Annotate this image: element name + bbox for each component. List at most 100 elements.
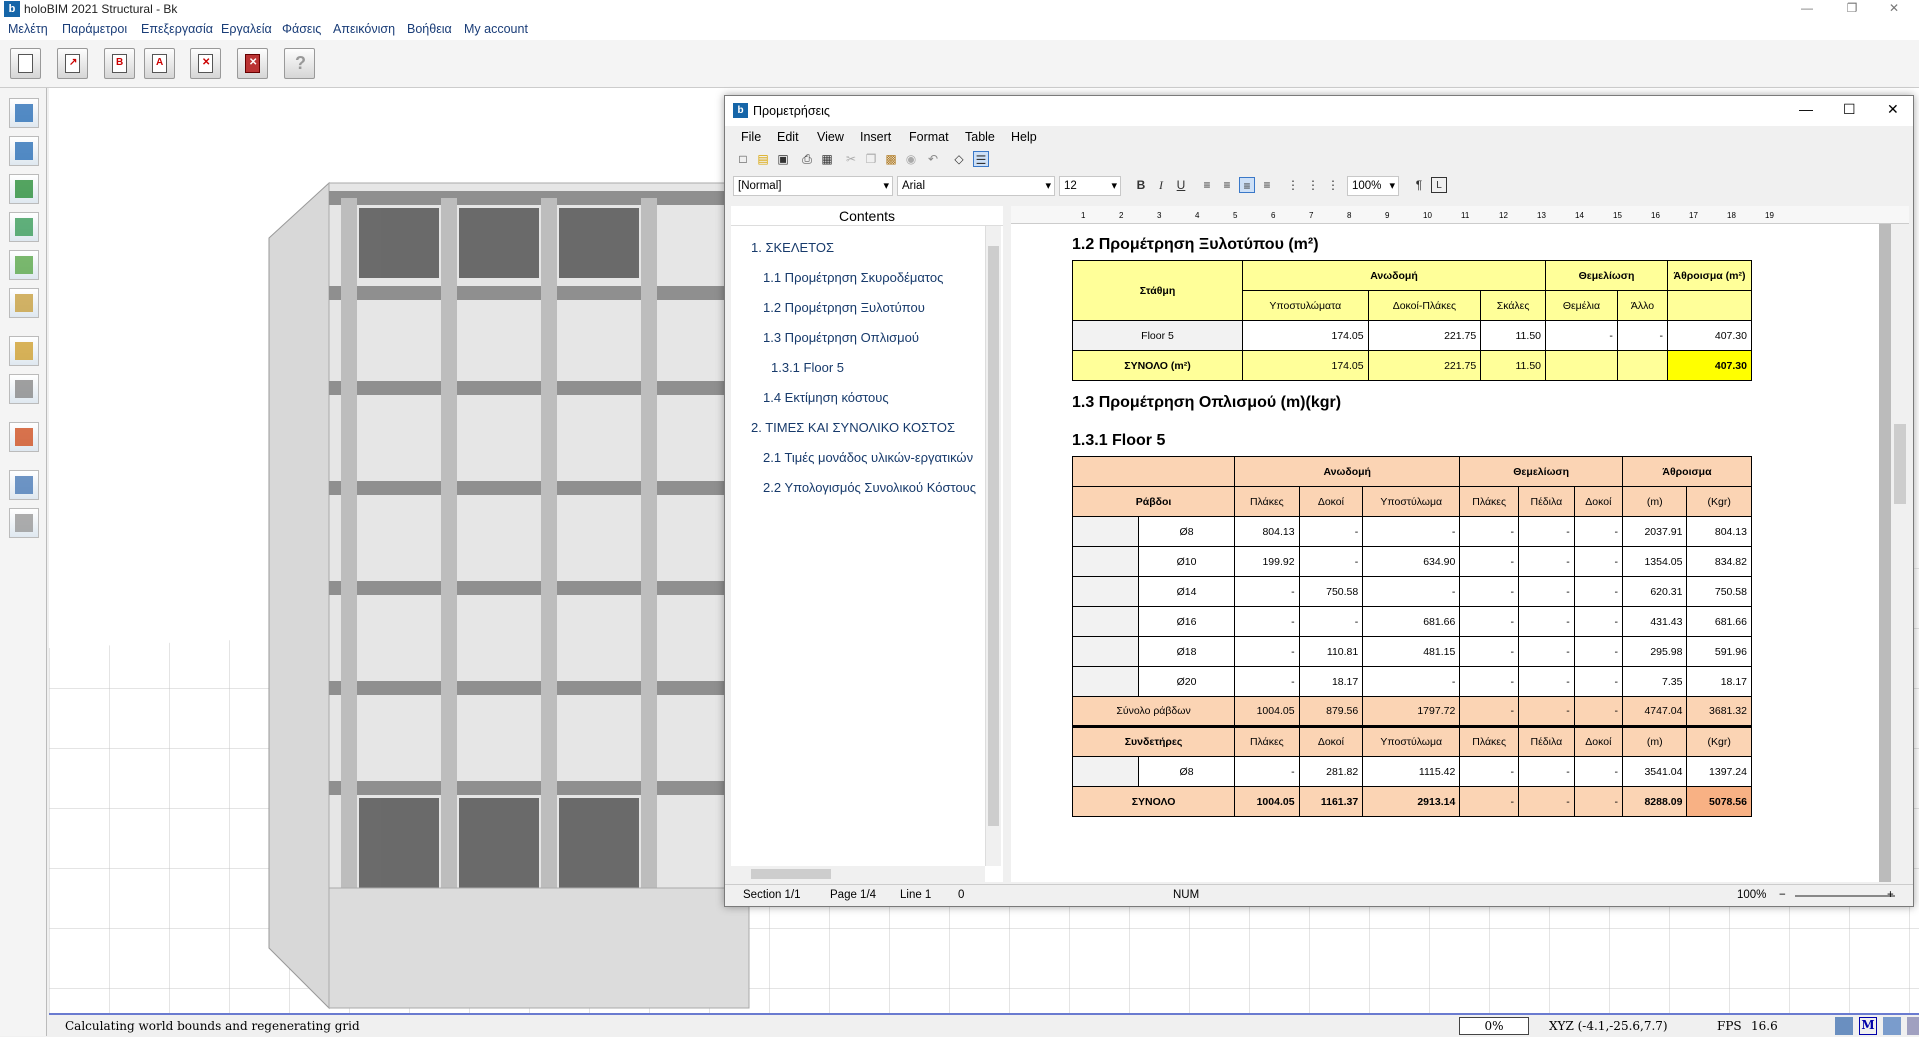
status-zoom: 100% xyxy=(1737,889,1767,901)
bullet-list-icon[interactable]: ⋮ xyxy=(1285,177,1301,193)
help-icon[interactable]: ? xyxy=(284,48,315,79)
toc-item[interactable]: 2.2 Υπολογισμός Συνολικού Κόστους xyxy=(763,480,976,495)
find-icon[interactable]: ◇ xyxy=(951,151,967,167)
dialog-maximize-icon[interactable]: ☐ xyxy=(1843,101,1856,118)
toc-item[interactable]: 1.1 Προμέτρηση Σκυροδέματος xyxy=(763,270,943,285)
contents-header: Contents xyxy=(731,206,1003,226)
menu-apeikonisi[interactable]: Απεικόνιση xyxy=(333,22,395,36)
print-icon[interactable]: ⎙ xyxy=(799,151,815,167)
menu-epexergasia[interactable]: Επεξεργασία xyxy=(141,22,213,36)
contents-hscrollbar[interactable] xyxy=(731,866,985,882)
document-vscrollbar[interactable] xyxy=(1891,224,1909,882)
pilcrow-icon[interactable]: ¶ xyxy=(1411,177,1427,193)
italic-icon[interactable]: I xyxy=(1153,177,1169,193)
status-icon-3[interactable] xyxy=(1907,1017,1919,1035)
sum-icon[interactable] xyxy=(9,136,39,166)
grid-icon[interactable] xyxy=(9,470,39,500)
printer-icon[interactable] xyxy=(9,508,39,538)
justify-icon[interactable]: ≡ xyxy=(1259,177,1275,193)
layers-icon[interactable] xyxy=(9,212,39,242)
undo-icon[interactable]: ↶ xyxy=(925,151,941,167)
toc-item[interactable]: 1.3 Προμέτρηση Οπλισμού xyxy=(763,330,919,345)
contents-vscrollbar[interactable] xyxy=(985,226,1001,866)
table-row: Ø8 -281.82 1115.42- - -3541.04 1397.24 xyxy=(1072,756,1752,787)
menu-help[interactable]: Help xyxy=(1011,130,1037,144)
open-icon[interactable]: ▤ xyxy=(755,151,771,167)
dialog-minimize-icon[interactable]: — xyxy=(1799,101,1813,117)
menu-my-account[interactable]: My account xyxy=(464,22,528,36)
status-num: NUM xyxy=(1173,889,1200,901)
zoom-combo[interactable]: 100% xyxy=(1347,176,1399,196)
print-icon[interactable] xyxy=(9,288,39,318)
toc-item[interactable]: 2. ΤΙΜΕΣ ΚΑΙ ΣΥΝΟΛΙΚΟ ΚΟΣΤΟΣ xyxy=(751,420,955,435)
measure-icon[interactable] xyxy=(9,336,39,366)
status-col: 0 xyxy=(958,889,965,901)
zoom-in-icon[interactable]: + xyxy=(1887,889,1894,901)
menu-meleti[interactable]: Μελέτη xyxy=(8,22,48,36)
align-center-icon[interactable]: ≡ xyxy=(1239,177,1255,193)
document-page[interactable]: 1.2 Προμέτρηση Ξυλοτύπου (m²) Στάθμη Ανω… xyxy=(1011,224,1879,882)
export-icon[interactable]: ↗ xyxy=(57,48,88,79)
th-sindetires: Συνδετήρες xyxy=(1071,725,1236,757)
quantities-dialog: b Προμετρήσεις — ☐ ✕ File Edit View Inse… xyxy=(724,95,1914,907)
size-combo[interactable]: 12 xyxy=(1059,176,1121,196)
menu-voitheia[interactable]: Βοήθεια xyxy=(407,22,452,36)
new-icon[interactable]: □ xyxy=(735,151,751,167)
style-combo[interactable]: [Normal] xyxy=(733,176,893,196)
cut-icon[interactable]: ✂ xyxy=(843,151,859,167)
numbered-list-icon[interactable]: ⋮ xyxy=(1305,177,1321,193)
minimize-icon[interactable]: — xyxy=(1793,0,1821,18)
globe-icon[interactable] xyxy=(9,422,39,452)
delete-document-icon[interactable]: ✕ xyxy=(190,48,221,79)
export-icon[interactable] xyxy=(9,374,39,404)
new-document-icon[interactable] xyxy=(10,48,41,79)
toc-item[interactable]: 1.4 Εκτίμηση κόστους xyxy=(763,390,889,405)
zoom-slider[interactable] xyxy=(1795,895,1895,897)
status-icon-2[interactable] xyxy=(1883,1017,1901,1035)
menu-file[interactable]: File xyxy=(741,130,761,144)
toc-item[interactable]: 2.1 Τιμές μονάδος υλικών-εργατικών xyxy=(763,450,973,465)
copy-icon[interactable]: ❐ xyxy=(863,151,879,167)
status-icon-1[interactable] xyxy=(1835,1017,1853,1035)
align-right-icon[interactable]: ≡ xyxy=(1219,177,1235,193)
page-view-icon[interactable]: ☰ xyxy=(973,151,989,167)
m-icon[interactable]: M xyxy=(1859,1017,1877,1035)
print-preview-icon[interactable]: ▦ xyxy=(819,151,835,167)
restore-icon[interactable]: ❐ xyxy=(1838,0,1866,18)
check-icon[interactable] xyxy=(9,174,39,204)
menu-format[interactable]: Format xyxy=(909,130,949,144)
underline-icon[interactable]: U xyxy=(1173,177,1189,193)
contents-pane: Contents 1. ΣΚΕΛΕΤΟΣ 1.1 Προμέτρηση Σκυρ… xyxy=(731,206,1003,882)
align-left-icon[interactable]: ≡ xyxy=(1199,177,1215,193)
th-rabdoi: Ράβδοι xyxy=(1071,486,1236,517)
dialog-close-icon[interactable]: ✕ xyxy=(1887,101,1899,118)
clear-icon[interactable]: ◉ xyxy=(903,151,919,167)
field-icon[interactable]: L xyxy=(1431,177,1447,193)
toc-item[interactable]: 1. ΣΚΕΛΕΤΟΣ xyxy=(751,240,834,255)
font-combo[interactable]: Arial xyxy=(897,176,1055,196)
structure-icon[interactable] xyxy=(9,98,39,128)
save-icon[interactable]: ▣ xyxy=(775,151,791,167)
menu-faseis[interactable]: Φάσεις xyxy=(282,22,321,36)
settings-icon[interactable] xyxy=(9,250,39,280)
report-a-icon[interactable]: A xyxy=(144,48,175,79)
document-area[interactable]: 1 2 3 4 5 6 7 8 9 10 11 12 13 14 15 16 1… xyxy=(1011,206,1909,882)
zoom-out-icon[interactable]: − xyxy=(1779,889,1786,901)
menu-ergaleia[interactable]: Εργαλεία xyxy=(221,22,272,36)
bold-icon[interactable]: B xyxy=(1133,177,1149,193)
menu-insert[interactable]: Insert xyxy=(860,130,891,144)
multilevel-list-icon[interactable]: ⋮ xyxy=(1325,177,1341,193)
report-b-icon[interactable]: B xyxy=(104,48,135,79)
menu-table[interactable]: Table xyxy=(965,130,995,144)
th-sub: Υποστυλώματα xyxy=(1242,290,1369,321)
menu-parametroi[interactable]: Παράμετροι xyxy=(62,22,127,36)
close-icon[interactable]: ✕ xyxy=(1880,0,1908,18)
status-line: Line 1 xyxy=(900,889,932,901)
menu-edit[interactable]: Edit xyxy=(777,130,799,144)
toc-item[interactable]: 1.3.1 Floor 5 xyxy=(771,360,844,375)
toc-item[interactable]: 1.2 Προμέτρηση Ξυλοτύπου xyxy=(763,300,925,315)
menu-view[interactable]: View xyxy=(817,130,844,144)
paste-icon[interactable]: ▩ xyxy=(883,151,899,167)
status-section: Section 1/1 xyxy=(743,889,801,901)
close-icon[interactable]: ✕ xyxy=(237,48,268,79)
